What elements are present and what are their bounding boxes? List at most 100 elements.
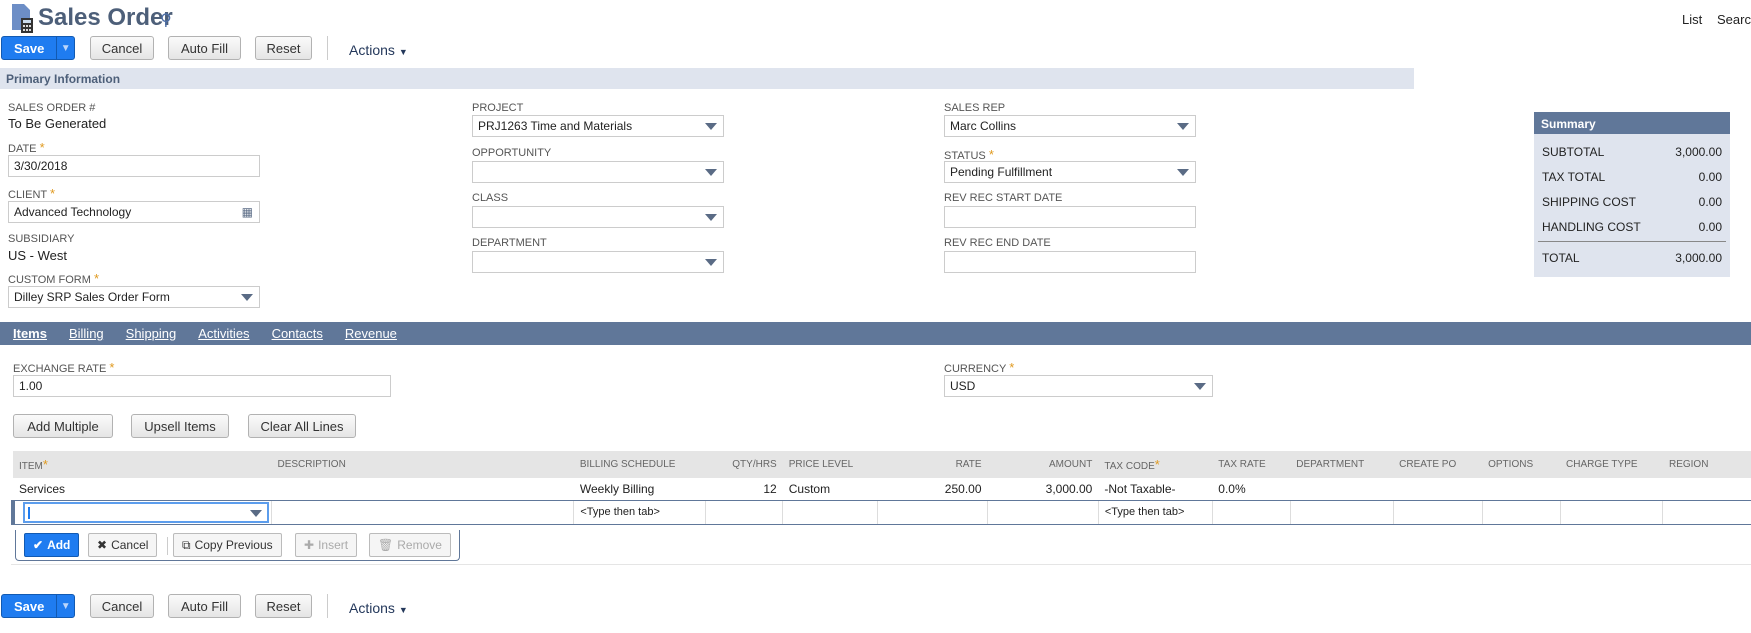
chevron-down-icon xyxy=(705,123,717,130)
rev-rec-start-field[interactable] xyxy=(944,206,1196,228)
chevron-down-icon xyxy=(705,169,717,176)
save-dropdown-icon[interactable]: ▼ xyxy=(57,43,74,54)
sales-rep-select[interactable]: Marc Collins xyxy=(944,115,1196,137)
sales-order-number-value: To Be Generated xyxy=(8,116,107,131)
billing-schedule-input[interactable]: <Type then tab> xyxy=(573,499,706,525)
table-row[interactable]: Services Weekly Billing 12 Custom 250.00 3,00… xyxy=(13,478,1751,500)
chevron-down-icon xyxy=(705,259,717,266)
column-rate[interactable]: RATE xyxy=(877,451,988,478)
add-line-button[interactable]: ✔ Add xyxy=(24,533,80,557)
sales-rep-label: SALES REP xyxy=(944,102,1006,114)
table-header: ITEM* DESCRIPTION BILLING SCHEDULE QTY/H… xyxy=(13,451,1751,478)
department-label: DEPARTMENT xyxy=(472,237,547,249)
search-link[interactable]: Search xyxy=(1717,12,1751,27)
page-title: Sales Order xyxy=(38,4,173,31)
column-department[interactable]: DEPARTMENT xyxy=(1290,451,1394,478)
reset-button[interactable]: Reset xyxy=(255,594,312,618)
cancel-button[interactable]: Cancel xyxy=(90,594,154,618)
summary-row: HANDLING COST 0.00 xyxy=(1542,219,1722,234)
column-item[interactable]: ITEM* xyxy=(13,451,272,478)
column-charge-type[interactable]: CHARGE TYPE xyxy=(1560,451,1663,478)
tab-shipping[interactable]: Shipping xyxy=(113,322,186,345)
column-tax-rate[interactable]: TAX RATE xyxy=(1212,451,1291,478)
cell-qty: 12 xyxy=(763,481,777,496)
cell-billing-schedule: Weekly Billing xyxy=(579,481,655,496)
subtab-bar: Items Billing Shipping Activities Contac… xyxy=(0,322,1751,345)
column-create-po[interactable]: CREATE PO xyxy=(1393,451,1483,478)
currency-label: CURRENCY * xyxy=(944,360,1015,375)
opportunity-label: OPPORTUNITY xyxy=(472,147,552,159)
cancel-line-button[interactable]: ✖ Cancel xyxy=(88,533,158,557)
items-table: ITEM* DESCRIPTION BILLING SCHEDULE QTY/H… xyxy=(10,451,1751,525)
item-select[interactable] xyxy=(23,501,269,523)
client-label: CLIENT * xyxy=(8,186,56,201)
primary-information-header: Primary Information xyxy=(0,68,1414,89)
cancel-button[interactable]: Cancel xyxy=(90,36,154,60)
copy-previous-button[interactable]: ⧉ Copy Previous xyxy=(173,533,282,557)
rev-rec-end-field[interactable] xyxy=(944,251,1196,273)
cell-description xyxy=(271,478,573,500)
save-button[interactable]: Save ▼ xyxy=(1,594,75,618)
chevron-down-icon xyxy=(1177,123,1189,130)
summary-row: SHIPPING COST 0.00 xyxy=(1542,194,1722,209)
chevron-down-icon xyxy=(241,294,253,301)
custom-form-label: CUSTOM FORM * xyxy=(8,271,100,286)
save-dropdown-icon[interactable]: ▼ xyxy=(57,601,74,612)
column-qty[interactable]: QTY/HRS xyxy=(705,451,783,478)
project-select[interactable]: PRJ1263 Time and Materials xyxy=(472,115,724,137)
column-billing-schedule[interactable]: BILLING SCHEDULE xyxy=(573,451,706,478)
actions-menu[interactable]: Actions ▼ xyxy=(349,42,408,58)
summary-title: Summary xyxy=(1534,112,1730,134)
summary-panel: Summary SUBTOTAL 3,000.00 TAX TOTAL 0.00 S… xyxy=(1534,112,1730,277)
tab-items[interactable]: Items xyxy=(0,322,56,345)
list-link[interactable]: List xyxy=(1682,12,1702,27)
actions-menu[interactable]: Actions ▼ xyxy=(349,600,408,616)
insert-button: ✚ Insert xyxy=(295,533,358,557)
column-description[interactable]: DESCRIPTION xyxy=(271,451,574,478)
sales-order-icon xyxy=(10,4,33,33)
client-field[interactable]: Advanced Technology ▦ xyxy=(8,201,260,223)
search-icon[interactable]: ⚲ xyxy=(160,10,172,30)
tab-revenue[interactable]: Revenue xyxy=(332,322,406,345)
column-region[interactable]: REGION xyxy=(1662,451,1751,478)
column-tax-code[interactable]: TAX CODE* xyxy=(1098,451,1213,478)
summary-row: SUBTOTAL 3,000.00 xyxy=(1542,144,1722,159)
caret-down-icon: ▼ xyxy=(398,47,408,57)
class-select[interactable] xyxy=(472,206,724,228)
custom-form-select[interactable]: Dilley SRP Sales Order Form xyxy=(8,286,260,308)
column-options[interactable]: OPTIONS xyxy=(1482,451,1561,478)
status-select[interactable]: Pending Fulfillment xyxy=(944,161,1196,183)
summary-total: TOTAL 3,000.00 xyxy=(1542,251,1722,265)
tab-billing[interactable]: Billing xyxy=(56,322,113,345)
auto-fill-button[interactable]: Auto Fill xyxy=(168,36,241,60)
tab-contacts[interactable]: Contacts xyxy=(259,322,332,345)
auto-fill-button[interactable]: Auto Fill xyxy=(168,594,241,618)
trash-icon: 🗑 xyxy=(378,538,394,552)
date-field[interactable]: 3/30/2018 xyxy=(8,155,260,177)
status-label: STATUS * xyxy=(944,147,994,162)
department-select[interactable] xyxy=(472,251,724,273)
cell-item: Services xyxy=(19,481,66,496)
rev-rec-end-label: REV REC END DATE xyxy=(944,237,1051,249)
opportunity-select[interactable] xyxy=(472,161,724,183)
edit-row[interactable]: <Type then tab> <Type then tab> xyxy=(10,499,1751,525)
list-picker-icon[interactable]: ▦ xyxy=(242,205,253,219)
description-cell[interactable] xyxy=(270,499,574,525)
rev-rec-start-label: REV REC START DATE xyxy=(944,192,1063,204)
tab-activities[interactable]: Activities xyxy=(185,322,258,345)
toolbar-divider xyxy=(327,36,328,60)
class-label: CLASS xyxy=(472,192,509,204)
clear-all-lines-button[interactable]: Clear All Lines xyxy=(248,414,356,438)
reset-button[interactable]: Reset xyxy=(255,36,312,60)
exchange-rate-field[interactable]: 1.00 xyxy=(13,375,391,397)
add-multiple-button[interactable]: Add Multiple xyxy=(13,414,113,438)
project-label: PROJECT xyxy=(472,102,524,114)
upsell-items-button[interactable]: Upsell Items xyxy=(131,414,229,438)
save-button[interactable]: Save ▼ xyxy=(1,36,75,60)
chevron-down-icon xyxy=(1194,383,1206,390)
tax-code-input[interactable]: <Type then tab> xyxy=(1097,499,1213,525)
column-amount[interactable]: AMOUNT xyxy=(987,451,1099,478)
currency-select[interactable]: USD xyxy=(944,375,1213,397)
table-bottom-divider xyxy=(11,564,1751,565)
column-price-level[interactable]: PRICE LEVEL xyxy=(782,451,878,478)
